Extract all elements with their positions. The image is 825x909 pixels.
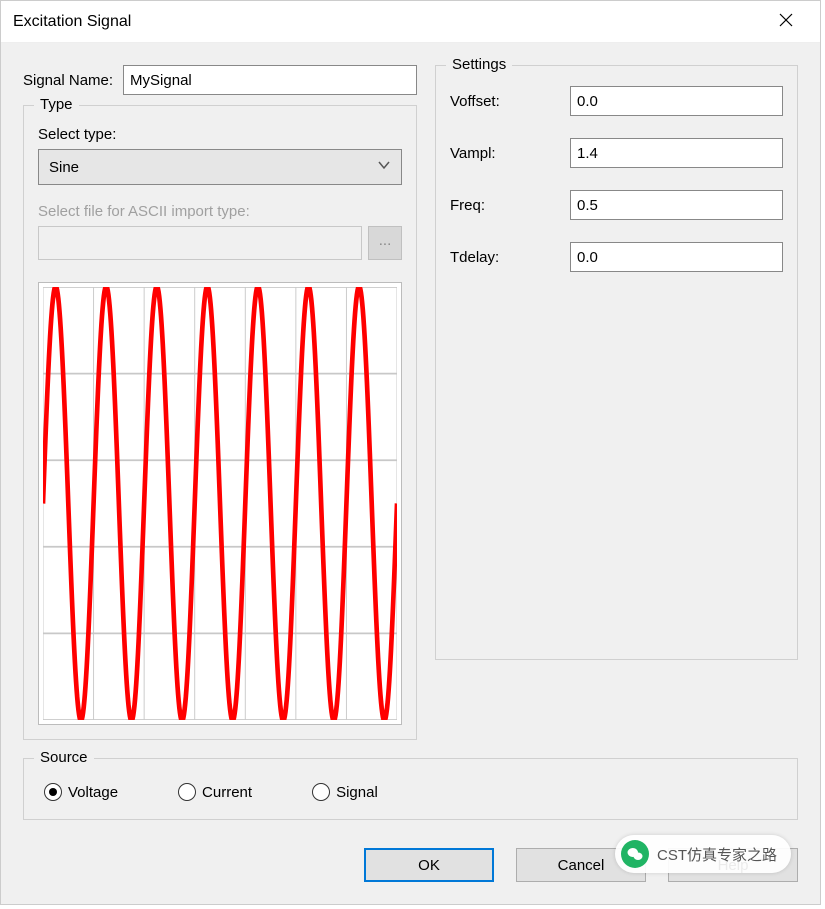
titlebar: Excitation Signal <box>1 1 820 43</box>
tdelay-row: Tdelay: <box>450 242 783 272</box>
right-column: Settings Voffset: Vampl: Freq: Tdel <box>435 65 798 740</box>
voffset-row: Voffset: <box>450 86 783 116</box>
freq-input[interactable] <box>570 190 783 220</box>
columns: Signal Name: Type Select type: Sine Sele… <box>23 65 798 740</box>
watermark-text: CST仿真专家之路 <box>657 844 777 865</box>
radio-current[interactable]: Current <box>178 783 252 801</box>
ok-button[interactable]: OK <box>364 848 494 882</box>
radio-icon <box>312 783 330 801</box>
freq-label: Freq: <box>450 197 560 214</box>
freq-row: Freq: <box>450 190 783 220</box>
close-icon <box>779 13 793 27</box>
ascii-import-row: ... <box>38 226 402 260</box>
vampl-row: Vampl: <box>450 138 783 168</box>
source-group: Source Voltage Current Signal <box>23 758 798 820</box>
chevron-down-icon <box>377 158 391 176</box>
window-title: Excitation Signal <box>13 13 764 31</box>
signal-name-input[interactable] <box>123 65 417 95</box>
close-button[interactable] <box>764 13 808 31</box>
signal-name-label: Signal Name: <box>23 72 113 89</box>
radio-signal[interactable]: Signal <box>312 783 378 801</box>
tdelay-input[interactable] <box>570 242 783 272</box>
source-group-title: Source <box>34 749 94 766</box>
select-type-dropdown[interactable]: Sine <box>38 149 402 185</box>
signal-preview-plot <box>38 282 402 725</box>
radio-icon <box>44 783 62 801</box>
browse-button: ... <box>368 226 402 260</box>
ascii-file-input <box>38 226 362 260</box>
radio-voltage-label: Voltage <box>68 784 118 801</box>
radio-current-label: Current <box>202 784 252 801</box>
type-group: Type Select type: Sine Select file for A… <box>23 105 417 740</box>
tdelay-label: Tdelay: <box>450 249 560 266</box>
vampl-label: Vampl: <box>450 145 560 162</box>
voffset-label: Voffset: <box>450 93 560 110</box>
source-options-row: Voltage Current Signal <box>38 779 783 805</box>
dialog-window: Excitation Signal Signal Name: Type Sele… <box>0 0 821 905</box>
watermark-overlay: CST仿真专家之路 <box>615 835 791 873</box>
radio-icon <box>178 783 196 801</box>
select-type-label: Select type: <box>38 126 402 143</box>
voffset-input[interactable] <box>570 86 783 116</box>
radio-signal-label: Signal <box>336 784 378 801</box>
ascii-import-label: Select file for ASCII import type: <box>38 203 402 220</box>
radio-voltage[interactable]: Voltage <box>44 783 118 801</box>
signal-name-row: Signal Name: <box>23 65 417 95</box>
settings-group-title: Settings <box>446 56 512 73</box>
settings-group: Settings Voffset: Vampl: Freq: Tdel <box>435 65 798 660</box>
wechat-icon <box>621 840 649 868</box>
left-column: Signal Name: Type Select type: Sine Sele… <box>23 65 417 740</box>
type-group-title: Type <box>34 96 79 113</box>
vampl-input[interactable] <box>570 138 783 168</box>
dialog-body: Signal Name: Type Select type: Sine Sele… <box>1 43 820 830</box>
select-type-value: Sine <box>49 159 377 176</box>
